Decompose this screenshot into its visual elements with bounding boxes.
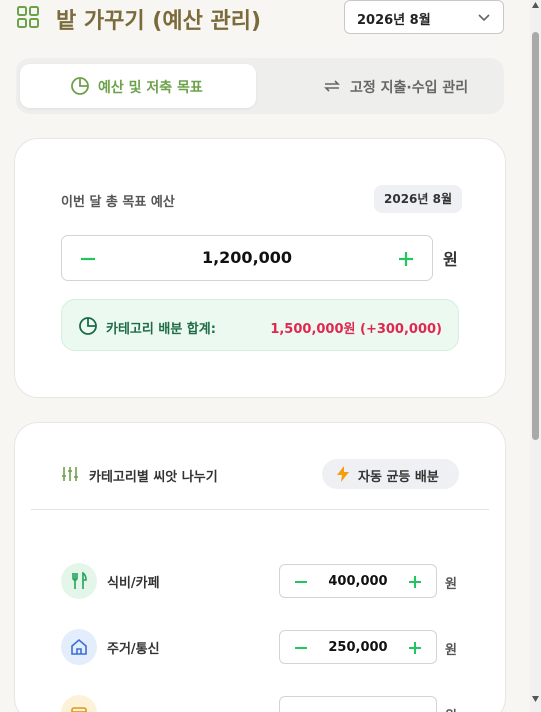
budget-unit: 원 [443,250,458,269]
allocation-value: 1,500,000원 (+300,000) [270,322,442,337]
category-icon-wrap [61,563,97,599]
chevron-down-icon [478,14,490,22]
amount-stepper [279,696,437,712]
scrollbar-thumb[interactable] [532,32,539,440]
tab-label: 고정 지출·수입 관리 [350,80,469,96]
pie-chart-icon [79,317,97,335]
scrollbar[interactable] [530,0,541,712]
section-title: 카테고리별 씨앗 나누기 [89,470,218,485]
allocation-summary: 카테고리 배분 합계: 1,500,000원 (+300,000) [61,299,459,351]
divider [31,509,489,510]
home-icon [71,638,87,655]
category-icon-wrap [61,695,97,712]
category-card: 카테고리별 씨앗 나누기 자동 균등 배분 식비/카페 400,000 원 주거… [14,422,506,712]
budget-stepper: 1,200,000 [61,235,433,281]
category-unit: 원 [445,643,457,658]
repeat-icon [324,80,340,92]
month-select-value: 2026년 8월 [357,13,431,28]
wallet-icon [71,707,87,712]
category-name: 주거/통신 [107,642,160,657]
page: 밭 가꾸기 (예산 관리) 2026년 8월 예산 및 저축 목표 고정 지출·… [0,0,530,712]
plus-icon[interactable] [394,247,418,271]
pie-chart-icon [71,77,89,95]
category-amount[interactable]: 250,000 [320,640,396,655]
tab-fixed-expenses[interactable]: 고정 지출·수입 관리 [262,64,500,108]
scroll-down-arrow-icon[interactable] [532,696,539,702]
sliders-icon [62,467,78,481]
budget-card: 이번 달 총 목표 예산 2026년 8월 1,200,000 원 카테고리 배… [14,138,506,398]
month-select[interactable]: 2026년 8월 [344,0,504,34]
category-amount[interactable]: 400,000 [320,574,396,589]
minus-icon[interactable] [292,573,310,591]
plus-icon[interactable] [406,639,424,657]
category-row-food: 식비/카페 400,000 원 [61,563,461,599]
category-unit: 원 [445,705,457,712]
category-icon-wrap [61,629,97,665]
tab-budget-savings[interactable]: 예산 및 저축 목표 [20,64,256,108]
page-title: 밭 가꾸기 (예산 관리) [56,9,262,34]
category-row-partial: 원 [61,695,461,712]
amount-stepper: 400,000 [279,564,437,598]
grid-icon [17,6,39,28]
utensils-icon [72,572,87,589]
category-unit: 원 [445,577,457,592]
auto-distribute-button[interactable]: 자동 균등 배분 [322,459,459,489]
auto-distribute-label: 자동 균등 배분 [358,470,439,485]
scroll-up-arrow-icon[interactable] [532,2,539,8]
tab-label: 예산 및 저축 목표 [98,80,203,96]
header: 밭 가꾸기 (예산 관리) 2026년 8월 [16,0,506,38]
minus-icon[interactable] [292,639,310,657]
month-badge: 2026년 8월 [374,185,463,213]
minus-icon[interactable] [76,247,100,271]
category-row-housing: 주거/통신 250,000 원 [61,629,461,665]
allocation-label: 카테고리 배분 합계: [106,322,216,337]
budget-label: 이번 달 총 목표 예산 [61,195,175,210]
lightning-icon [337,466,349,482]
tab-bar: 예산 및 저축 목표 고정 지출·수입 관리 [16,58,504,114]
plus-icon[interactable] [406,573,424,591]
amount-stepper: 250,000 [279,630,437,664]
category-name: 식비/카페 [107,576,160,591]
budget-amount[interactable]: 1,200,000 [122,248,372,267]
